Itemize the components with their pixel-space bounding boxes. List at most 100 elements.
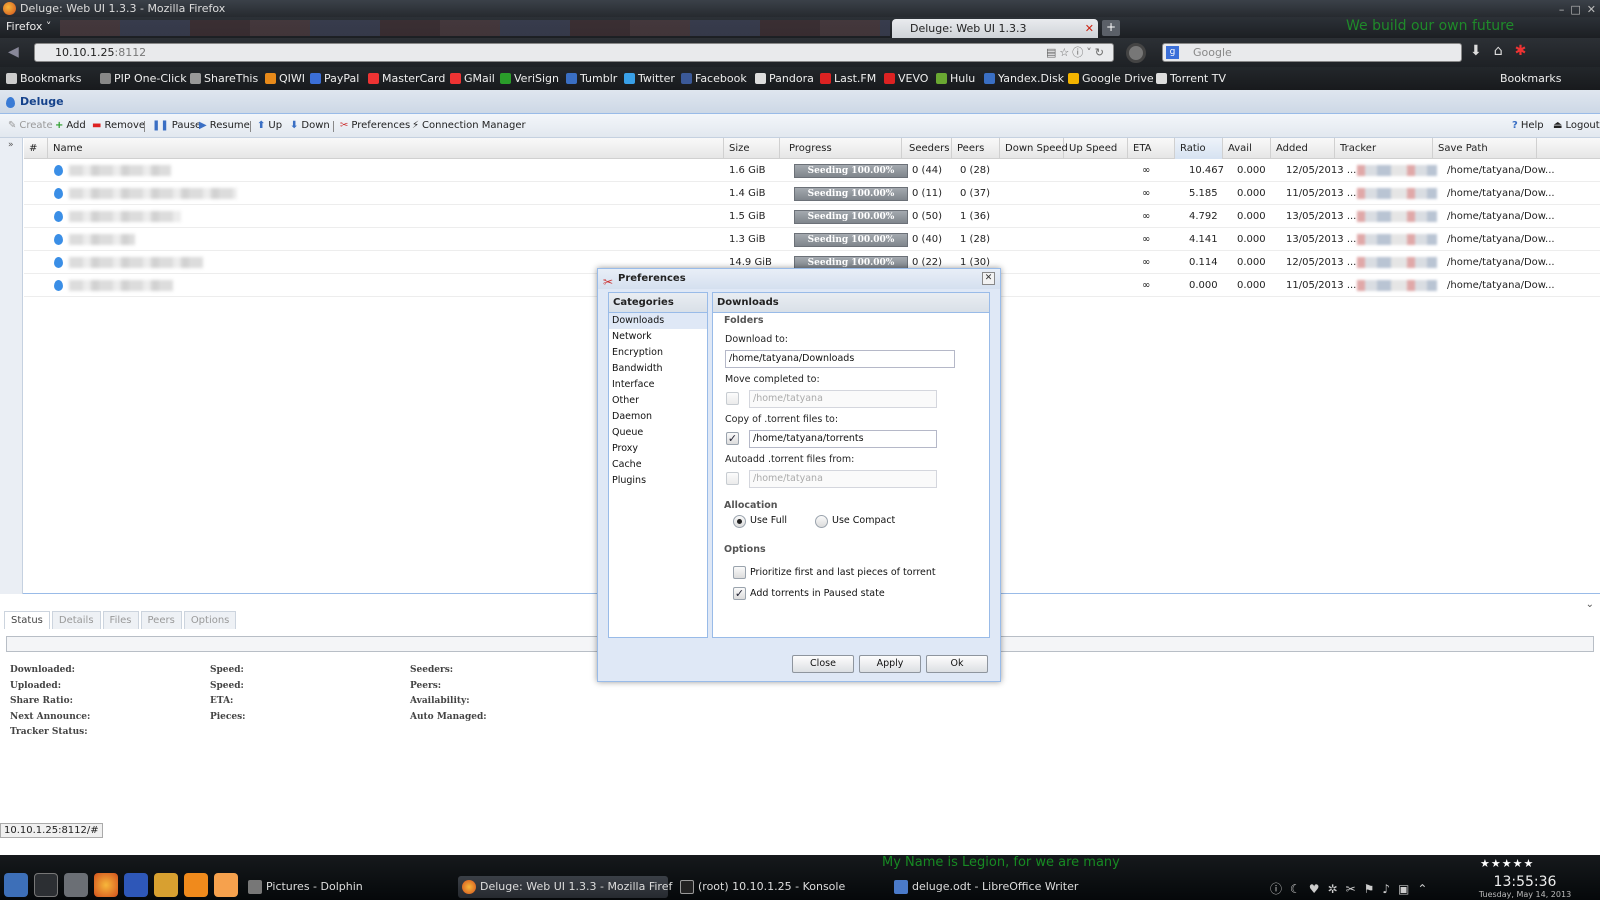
task-firefox[interactable]: Deluge: Web UI 1.3.3 - Mozilla Firef	[458, 876, 672, 898]
bookmark-item[interactable]: Tumblr	[566, 72, 617, 85]
remove-button[interactable]: ▬ Remove	[92, 120, 145, 131]
category-queue[interactable]: Queue	[609, 425, 707, 441]
preferences-titlebar[interactable]: ✂ Preferences	[598, 269, 1000, 289]
prioritize-checkbox[interactable]	[733, 566, 746, 579]
logout-button[interactable]: ⏏ Logout	[1553, 120, 1600, 131]
copy-torrent-field[interactable]: /home/tatyana/torrents	[749, 430, 937, 448]
search-input[interactable]: g Google	[1162, 43, 1462, 62]
addon-icon[interactable]: ✱	[1515, 43, 1539, 59]
column-header[interactable]: Name	[48, 138, 724, 159]
column-header[interactable]: Save Path	[1433, 138, 1537, 159]
column-header[interactable]: Ratio	[1175, 138, 1223, 159]
bookmark-item[interactable]: MasterCard	[368, 72, 445, 85]
minimize-icon[interactable]: –	[1559, 1, 1565, 18]
column-header[interactable]: Seeders	[904, 138, 952, 159]
bookmark-item[interactable]: Hulu	[936, 72, 975, 85]
connection-manager-button[interactable]: ⚡ Connection Manager	[412, 120, 526, 131]
collapse-details-icon[interactable]: ⌄	[1586, 599, 1594, 610]
bookmark-item[interactable]: Torrent TV	[1156, 72, 1226, 85]
app-launcher-icon[interactable]	[154, 873, 178, 897]
bookmark-item[interactable]: Pandora	[755, 72, 814, 85]
queue-up-button[interactable]: ⬆ Up	[257, 120, 282, 131]
bookmark-item[interactable]: Bookmarks	[6, 72, 81, 85]
background-tabs[interactable]	[60, 20, 890, 36]
torrent-row[interactable]: 1.4 GiB Seeding 100.00% 0 (11) 0 (37) ∞ 5.185…	[24, 182, 1600, 205]
url-bar-icons[interactable]: ▤☆ⓘ˅↻	[1046, 44, 1107, 61]
tab-deluge[interactable]: Deluge: Web UI 1.3.3 ✕	[892, 19, 1098, 38]
bookmark-item[interactable]: QIWI	[265, 72, 305, 85]
bookmarks-menu-right[interactable]: Bookmarks	[1500, 72, 1561, 85]
expand-sidebar-icon[interactable]: »	[8, 140, 14, 150]
audio-player-icon[interactable]	[214, 873, 238, 897]
column-header[interactable]: Up Speed	[1064, 138, 1128, 159]
pause-button[interactable]: ❚❚ Pause	[152, 120, 201, 131]
column-header[interactable]: Added	[1271, 138, 1335, 159]
kde-menu-icon[interactable]	[4, 873, 28, 897]
task-writer[interactable]: deluge.odt - LibreOffice Writer	[890, 876, 1090, 898]
column-header[interactable]: #	[24, 138, 48, 159]
move-completed-field[interactable]: /home/tatyana	[749, 390, 937, 408]
url-bar[interactable]: 10.10.1.25:8112 ▤☆ⓘ˅↻	[34, 43, 1114, 62]
download-to-field[interactable]: /home/tatyana/Downloads	[725, 350, 955, 368]
category-plugins[interactable]: Plugins	[609, 473, 707, 489]
task-konsole[interactable]: (root) 10.10.1.25 - Konsole	[676, 876, 876, 898]
vlc-icon[interactable]	[184, 873, 208, 897]
clock-time[interactable]: 13:55:36	[1470, 874, 1580, 890]
back-arrow-icon[interactable]: ◀	[8, 44, 19, 60]
firefox-icon[interactable]	[94, 873, 118, 897]
maximize-icon[interactable]: □	[1570, 1, 1580, 18]
bookmark-item[interactable]: Yandex.Disk	[984, 72, 1064, 85]
vlc-remote-icon[interactable]	[124, 873, 148, 897]
file-manager-icon[interactable]	[64, 873, 88, 897]
ok-button[interactable]: Ok	[926, 655, 988, 673]
create-button[interactable]: ✎ Create	[8, 120, 53, 131]
close-window-icon[interactable]: ✕	[1587, 1, 1596, 18]
help-button[interactable]: ? Help	[1512, 120, 1544, 131]
category-other[interactable]: Other	[609, 393, 707, 409]
tab-status[interactable]: Status	[4, 611, 50, 629]
use-full-radio[interactable]	[733, 515, 746, 528]
column-header[interactable]: Tracker	[1335, 138, 1433, 159]
category-daemon[interactable]: Daemon	[609, 409, 707, 425]
record-button-icon[interactable]	[1126, 43, 1146, 63]
system-tray[interactable]: ⓘ☾♥✲✂⚑♪▣⌃	[1270, 880, 1435, 897]
column-header[interactable]: Size	[724, 138, 780, 159]
bookmark-item[interactable]: Google Drive	[1068, 72, 1154, 85]
bookmark-item[interactable]: Last.FM	[820, 72, 876, 85]
add-button[interactable]: + Add	[55, 120, 86, 131]
bookmark-item[interactable]: VeriSign	[500, 72, 559, 85]
bookmark-item[interactable]: GMail	[450, 72, 495, 85]
tab-files[interactable]: Files	[102, 611, 139, 629]
column-header[interactable]: Peers	[952, 138, 1000, 159]
tab-peers[interactable]: Peers	[140, 611, 182, 629]
download-arrow-icon[interactable]: ⬇	[1470, 43, 1494, 59]
autoadd-field[interactable]: /home/tatyana	[749, 470, 937, 488]
use-compact-radio[interactable]	[815, 515, 828, 528]
new-tab-button[interactable]: +	[1102, 20, 1120, 36]
queue-down-button[interactable]: ⬇ Down	[290, 120, 330, 131]
paused-state-checkbox[interactable]: ✓	[733, 587, 746, 600]
dialog-close-icon[interactable]: ✕	[982, 272, 995, 285]
bookmark-item[interactable]: PayPal	[310, 72, 359, 85]
bookmark-item[interactable]: VEVO	[884, 72, 928, 85]
category-encryption[interactable]: Encryption	[609, 345, 707, 361]
category-network[interactable]: Network	[609, 329, 707, 345]
apply-button[interactable]: Apply	[859, 655, 921, 673]
tab-details[interactable]: Details	[51, 611, 101, 629]
category-interface[interactable]: Interface	[609, 377, 707, 393]
desktop-icon[interactable]	[34, 873, 58, 897]
torrent-row[interactable]: 1.6 GiB Seeding 100.00% 0 (44) 0 (28) ∞ 10.46…	[24, 159, 1600, 182]
move-completed-checkbox[interactable]	[726, 392, 739, 405]
column-header[interactable]: Avail	[1223, 138, 1271, 159]
category-cache[interactable]: Cache	[609, 457, 707, 473]
close-button[interactable]: Close	[792, 655, 854, 673]
column-header[interactable]: ETA	[1128, 138, 1175, 159]
resume-button[interactable]: ▶ Resume	[199, 120, 250, 131]
tab-close-icon[interactable]: ✕	[1085, 19, 1094, 38]
bookmark-item[interactable]: Twitter	[624, 72, 675, 85]
category-proxy[interactable]: Proxy	[609, 441, 707, 457]
task-dolphin[interactable]: Pictures - Dolphin	[244, 876, 448, 898]
category-bandwidth[interactable]: Bandwidth	[609, 361, 707, 377]
tab-options[interactable]: Options	[183, 611, 237, 629]
bookmark-item[interactable]: PIP One-Click	[100, 72, 187, 85]
